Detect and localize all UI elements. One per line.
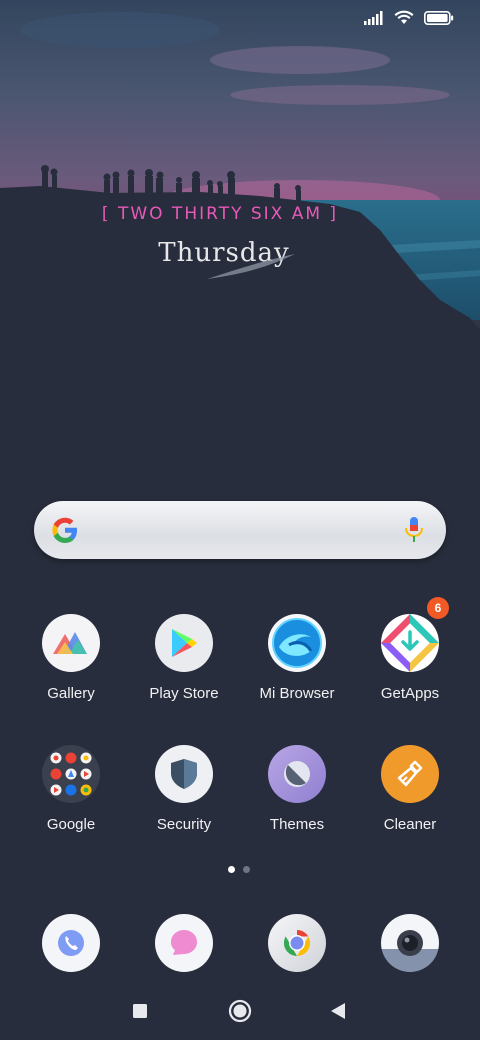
battery-icon [424, 10, 454, 30]
app-label: Google [46, 816, 96, 833]
swoosh-decoration-icon [207, 254, 295, 279]
dock-phone[interactable] [15, 914, 127, 972]
google-g-icon [50, 515, 80, 550]
microphone-icon[interactable] [404, 516, 424, 549]
dock-chrome[interactable] [241, 914, 353, 972]
app-label: Security [156, 816, 212, 833]
themes-icon [268, 745, 326, 803]
app-security[interactable]: Security [128, 745, 240, 833]
camera-icon [381, 914, 439, 972]
page-dot-active[interactable] [228, 866, 235, 873]
recents-square-icon[interactable] [133, 1004, 147, 1018]
back-triangle-icon[interactable] [331, 1003, 345, 1019]
signal-icon [364, 10, 384, 30]
security-shield-icon [155, 745, 213, 803]
page-dot[interactable] [243, 866, 250, 873]
dock-messages[interactable] [128, 914, 240, 972]
getapps-icon [381, 614, 439, 672]
mi-browser-icon [268, 614, 326, 672]
app-play-store[interactable]: Play Store [128, 614, 240, 702]
app-label: Cleaner [383, 816, 437, 833]
app-label: GetApps [380, 685, 440, 702]
chrome-icon [268, 914, 326, 972]
clock-widget-time[interactable]: [ TWO THIRTY SIX AM ] [0, 204, 440, 224]
wifi-icon [394, 10, 414, 30]
page-indicator [228, 866, 250, 873]
app-mi-browser[interactable]: Mi Browser [241, 614, 353, 702]
status-bar [364, 10, 454, 30]
app-getapps[interactable]: 6 GetApps [354, 597, 466, 702]
cleaner-broom-icon [381, 745, 439, 803]
app-label: Play Store [149, 685, 219, 702]
gallery-icon [42, 614, 100, 672]
app-gallery[interactable]: Gallery [15, 614, 127, 702]
app-label: Themes [269, 816, 325, 833]
app-label: Mi Browser [259, 685, 335, 702]
phone-icon [42, 914, 100, 972]
app-themes[interactable]: Themes [241, 745, 353, 833]
home-circle-icon[interactable] [228, 999, 252, 1023]
google-folder-icon [42, 745, 100, 803]
play-store-icon [155, 614, 213, 672]
app-cleaner[interactable]: Cleaner [354, 745, 466, 833]
messages-icon [155, 914, 213, 972]
google-search-bar[interactable] [34, 501, 446, 559]
dock-camera[interactable] [354, 914, 466, 972]
app-folder-google[interactable]: Google [15, 745, 127, 833]
navigation-bar [0, 996, 480, 1026]
app-label: Gallery [47, 685, 95, 702]
notification-badge: 6 [427, 597, 449, 619]
